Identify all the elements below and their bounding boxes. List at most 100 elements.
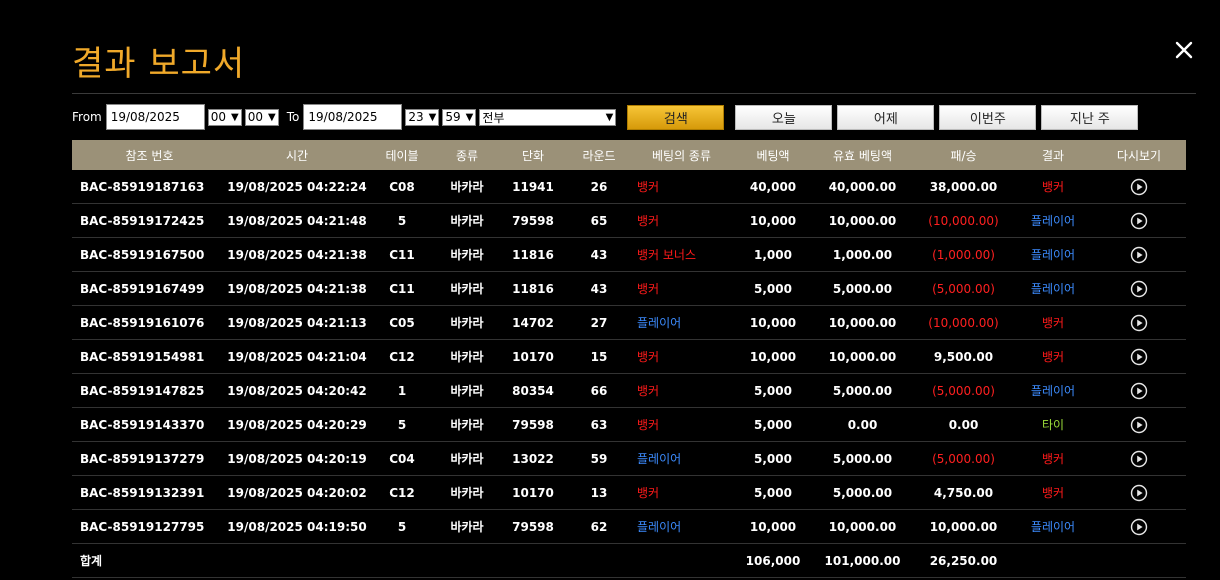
column-header: 참조 번호 bbox=[72, 140, 227, 170]
table-row[interactable]: BAC-85919137279 19/08/2025 04:20:19 C04 바카라… bbox=[72, 441, 1186, 476]
to-minute-select[interactable]: 59 ▼ bbox=[442, 108, 477, 126]
play-circle-icon[interactable] bbox=[1130, 518, 1148, 536]
search-button[interactable]: 검색 bbox=[627, 104, 725, 130]
table-row[interactable]: BAC-85919132391 19/08/2025 04:20:02 C12 바카라… bbox=[72, 475, 1186, 510]
table-row[interactable]: BAC-85919127795 19/08/2025 04:19:50 5 바카라 79… bbox=[72, 509, 1186, 544]
from-hour-select[interactable]: 00 ▼ bbox=[207, 108, 242, 126]
time-cell: 19/08/2025 04:21:04 bbox=[227, 339, 367, 374]
round-cell: 65 bbox=[569, 203, 629, 238]
chevron-down-icon: ▼ bbox=[428, 111, 437, 123]
table-row[interactable]: BAC-85919187163 19/08/2025 04:22:24 C08 바카라… bbox=[72, 170, 1186, 204]
kind-cell: 바카라 bbox=[437, 373, 497, 408]
totals-label: 합계 bbox=[72, 543, 227, 578]
from-date-input[interactable] bbox=[105, 104, 205, 130]
chevron-down-icon: ▼ bbox=[465, 111, 474, 123]
table-row[interactable]: BAC-85919172425 19/08/2025 04:21:48 5 바카라 79… bbox=[72, 203, 1186, 238]
valid-bet-cell: 5,000.00 bbox=[812, 475, 913, 510]
round-cell: 59 bbox=[569, 441, 629, 476]
bet-cell: 10,000 bbox=[734, 305, 812, 340]
column-header: 테이블 bbox=[367, 140, 437, 170]
from-minute-select[interactable]: 00 ▼ bbox=[244, 108, 279, 126]
table-cell: C12 bbox=[367, 339, 437, 374]
to-hour-select[interactable]: 23 ▼ bbox=[405, 108, 440, 126]
to-date-input[interactable] bbox=[303, 104, 403, 130]
play-circle-icon[interactable] bbox=[1130, 416, 1148, 434]
valid-bet-cell: 5,000.00 bbox=[812, 271, 913, 306]
column-header: 라운드 bbox=[569, 140, 629, 170]
round-cell: 43 bbox=[569, 237, 629, 272]
ref-cell: BAC-85919154981 bbox=[72, 339, 227, 374]
bet-type-cell: 플레이어 bbox=[629, 509, 734, 544]
empty-cell bbox=[1014, 543, 1092, 578]
round-cell: 63 bbox=[569, 407, 629, 442]
play-circle-icon[interactable] bbox=[1130, 348, 1148, 366]
table-cell: C12 bbox=[367, 475, 437, 510]
play-circle-icon[interactable] bbox=[1130, 246, 1148, 264]
shoe-cell: 11816 bbox=[497, 271, 569, 306]
bet-type-cell: 플레이어 bbox=[629, 305, 734, 340]
valid-bet-cell: 1,000.00 bbox=[812, 237, 913, 272]
ref-cell: BAC-85919143370 bbox=[72, 407, 227, 442]
empty-cell bbox=[497, 543, 569, 578]
table-cell: C11 bbox=[367, 271, 437, 306]
totals-row: 합계 106,000 101,000.00 26,250.00 bbox=[72, 543, 1186, 578]
ref-cell: BAC-85919132391 bbox=[72, 475, 227, 510]
winloss-cell: (5,000.00) bbox=[913, 271, 1014, 306]
empty-cell bbox=[227, 543, 367, 578]
this-week-button[interactable]: 이번주 bbox=[939, 104, 1037, 130]
round-cell: 43 bbox=[569, 271, 629, 306]
column-header: 시간 bbox=[227, 140, 367, 170]
play-circle-icon[interactable] bbox=[1130, 484, 1148, 502]
time-cell: 19/08/2025 04:20:02 bbox=[227, 475, 367, 510]
bet-type-cell: 뱅커 bbox=[629, 203, 734, 238]
kind-cell: 바카라 bbox=[437, 441, 497, 476]
table-row[interactable]: BAC-85919143370 19/08/2025 04:20:29 5 바카라 79… bbox=[72, 407, 1186, 442]
table-row[interactable]: BAC-85919154981 19/08/2025 04:21:04 C12 바카라… bbox=[72, 339, 1186, 374]
bet-cell: 5,000 bbox=[734, 441, 812, 476]
table-row[interactable]: BAC-85919161076 19/08/2025 04:21:13 C05 바카라… bbox=[72, 305, 1186, 340]
yesterday-button[interactable]: 어제 bbox=[837, 104, 935, 130]
winloss-cell: (10,000.00) bbox=[913, 203, 1014, 238]
time-cell: 19/08/2025 04:22:24 bbox=[227, 170, 367, 204]
kind-cell: 바카라 bbox=[437, 305, 497, 340]
kind-cell: 바카라 bbox=[437, 237, 497, 272]
ref-cell: BAC-85919172425 bbox=[72, 203, 227, 238]
replay-cell bbox=[1092, 407, 1186, 442]
table-body: BAC-85919187163 19/08/2025 04:22:24 C08 바카라… bbox=[72, 170, 1186, 578]
today-button[interactable]: 오늘 bbox=[735, 104, 833, 130]
table-header-row: 참조 번호 시간 테이블 종류 단화 라운드 베팅의 종류 베팅액 유효 베팅액 패/승 결과 다시보… bbox=[72, 140, 1186, 170]
kind-cell: 바카라 bbox=[437, 509, 497, 544]
ref-cell: BAC-85919147825 bbox=[72, 373, 227, 408]
last-week-button[interactable]: 지난 주 bbox=[1041, 104, 1139, 130]
table-row[interactable]: BAC-85919167499 19/08/2025 04:21:38 C11 바카라… bbox=[72, 271, 1186, 306]
close-icon[interactable] bbox=[1170, 36, 1198, 64]
chevron-down-icon: ▼ bbox=[605, 111, 614, 123]
table-cell: C04 bbox=[367, 441, 437, 476]
play-circle-icon[interactable] bbox=[1130, 382, 1148, 400]
winloss-cell: (10,000.00) bbox=[913, 305, 1014, 340]
shoe-cell: 80354 bbox=[497, 373, 569, 408]
time-cell: 19/08/2025 04:20:29 bbox=[227, 407, 367, 442]
replay-cell bbox=[1092, 237, 1186, 272]
ref-cell: BAC-85919167500 bbox=[72, 237, 227, 272]
round-cell: 66 bbox=[569, 373, 629, 408]
winloss-cell: 38,000.00 bbox=[913, 170, 1014, 204]
play-circle-icon[interactable] bbox=[1130, 314, 1148, 332]
play-circle-icon[interactable] bbox=[1130, 450, 1148, 468]
column-header: 단화 bbox=[497, 140, 569, 170]
total-valid-cell: 101,000.00 bbox=[812, 543, 913, 578]
play-circle-icon[interactable] bbox=[1130, 178, 1148, 196]
round-cell: 27 bbox=[569, 305, 629, 340]
game-type-select[interactable]: 전부 ▼ bbox=[479, 108, 617, 126]
play-circle-icon[interactable] bbox=[1130, 212, 1148, 230]
result-cell: 뱅커 bbox=[1014, 339, 1092, 374]
bet-type-cell: 뱅커 bbox=[629, 339, 734, 374]
results-table: 참조 번호 시간 테이블 종류 단화 라운드 베팅의 종류 베팅액 유효 베팅액 패/승 결과 다시보… bbox=[72, 140, 1186, 578]
shoe-cell: 14702 bbox=[497, 305, 569, 340]
table-row[interactable]: BAC-85919147825 19/08/2025 04:20:42 1 바카라 80… bbox=[72, 373, 1186, 408]
chevron-down-icon: ▼ bbox=[268, 111, 276, 123]
result-cell: 플레이어 bbox=[1014, 203, 1092, 238]
table-row[interactable]: BAC-85919167500 19/08/2025 04:21:38 C11 바카라… bbox=[72, 237, 1186, 272]
time-cell: 19/08/2025 04:21:13 bbox=[227, 305, 367, 340]
play-circle-icon[interactable] bbox=[1130, 280, 1148, 298]
